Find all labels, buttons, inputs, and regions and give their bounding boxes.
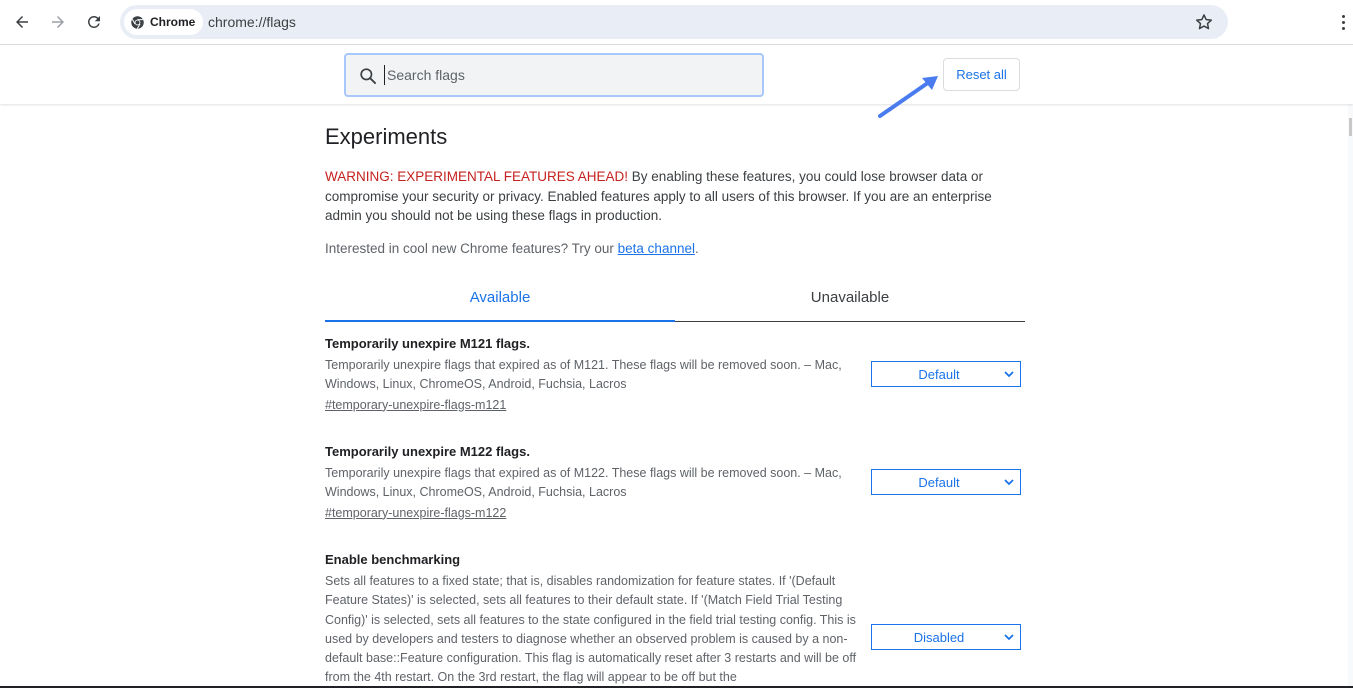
flag-permalink[interactable]: #temporary-unexpire-flags-m122 <box>325 506 506 520</box>
search-input[interactable] <box>384 65 744 85</box>
chevron-down-icon <box>1004 479 1014 486</box>
forward-arrow-icon <box>52 16 64 28</box>
beta-channel-note: Interested in cool new Chrome features? … <box>325 241 699 256</box>
more-options-icon[interactable] <box>1333 10 1353 34</box>
back-arrow-icon <box>16 16 28 28</box>
search-icon <box>360 68 376 85</box>
flag-description: Temporarily unexpire flags that expired … <box>325 466 842 500</box>
url-text[interactable]: chrome://flags <box>208 14 296 30</box>
flag-title: Temporarily unexpire M121 flags. <box>325 336 530 351</box>
reset-all-button[interactable]: Reset all <box>943 58 1020 91</box>
reload-icon <box>87 15 100 28</box>
search-box[interactable] <box>344 53 764 97</box>
flags-header: Reset all <box>0 46 1353 104</box>
flag-entry: Enable benchmarking Sets all features to… <box>325 552 1025 688</box>
flag-entry: Temporarily unexpire M121 flags. Tempora… <box>325 336 1025 414</box>
address-bar[interactable]: Chrome chrome://flags <box>120 5 1228 39</box>
site-info-chip[interactable]: Chrome <box>124 9 204 35</box>
flag-state-value: Default <box>918 474 960 490</box>
forward-button[interactable] <box>43 7 73 37</box>
beta-note-text: Interested in cool new Chrome features? … <box>325 241 618 256</box>
flag-permalink[interactable]: #temporary-unexpire-flags-m121 <box>325 398 506 412</box>
chevron-down-icon <box>1004 634 1014 641</box>
tab-available[interactable]: Available <box>325 284 675 322</box>
bookmark-star-icon[interactable] <box>1194 12 1214 32</box>
back-button[interactable] <box>7 7 37 37</box>
chip-label: Chrome <box>150 15 196 29</box>
beta-note-end: . <box>694 241 699 256</box>
beta-channel-link[interactable]: beta channel <box>618 241 695 256</box>
annotation-arrow-icon <box>878 76 938 118</box>
flag-state-value: Default <box>918 366 960 382</box>
warning-heading: WARNING: EXPERIMENTAL FEATURES AHEAD! <box>325 169 629 184</box>
flag-description: Temporarily unexpire flags that expired … <box>325 358 842 392</box>
warning-message: WARNING: EXPERIMENTAL FEATURES AHEAD! By… <box>325 167 1025 226</box>
chrome-logo-icon <box>131 15 144 29</box>
tab-unavailable[interactable]: Unavailable <box>675 284 1025 322</box>
chevron-down-icon <box>1004 371 1014 378</box>
flag-state-select[interactable]: Default <box>871 469 1021 495</box>
reload-button[interactable] <box>79 7 109 37</box>
flag-state-select[interactable]: Disabled <box>871 624 1021 650</box>
scrollbar-track[interactable] <box>1348 104 1353 688</box>
tab-bar: Available Unavailable <box>325 284 1025 322</box>
flag-title: Enable benchmarking <box>325 552 461 567</box>
page-title: Experiments <box>325 124 448 149</box>
browser-toolbar: Chrome chrome://flags <box>0 0 1353 45</box>
scrollbar-thumb[interactable] <box>1349 118 1352 136</box>
flag-title: Temporarily unexpire M122 flags. <box>325 444 530 459</box>
flag-state-select[interactable]: Default <box>871 361 1021 387</box>
flag-entry: Temporarily unexpire M122 flags. Tempora… <box>325 444 1025 522</box>
flag-description: Sets all features to a fixed state; that… <box>325 574 857 685</box>
flag-state-value: Disabled <box>913 629 965 645</box>
